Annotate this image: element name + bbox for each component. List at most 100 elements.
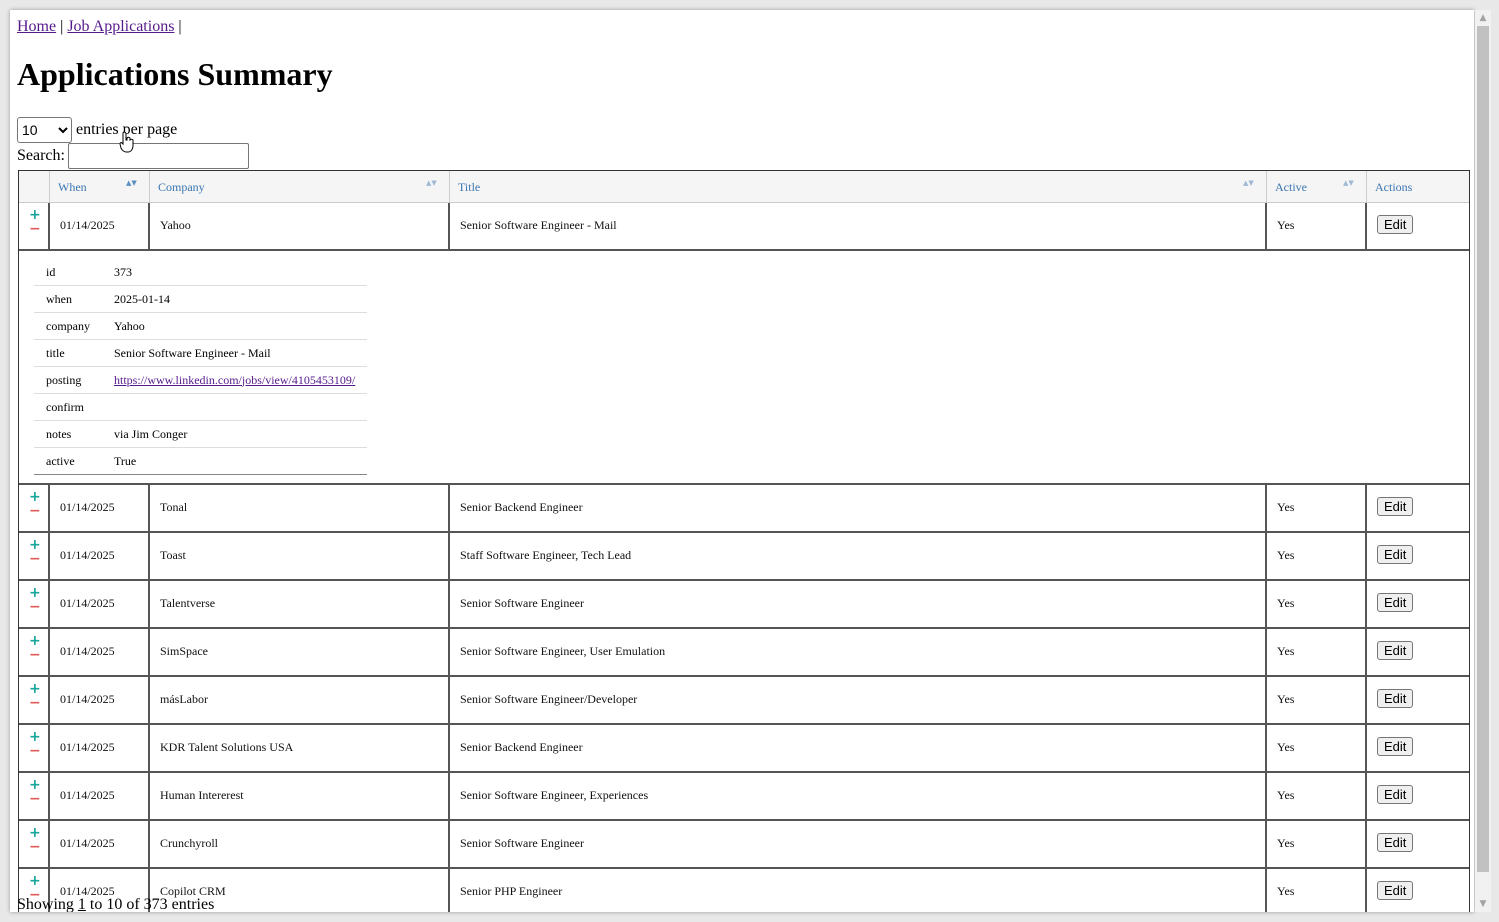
detail-key: id [34, 259, 102, 286]
expand-icon[interactable]: + [29, 826, 41, 840]
cell-title: Senior Software Engineer [450, 821, 1267, 867]
detail-key: when [34, 285, 102, 313]
posting-link[interactable]: https://www.linkedin.com/jobs/view/41054… [114, 373, 355, 387]
collapse-icon[interactable]: − [29, 792, 41, 806]
scroll-down-icon[interactable]: ▼ [1475, 896, 1491, 912]
edit-button[interactable]: Edit [1377, 689, 1414, 708]
expand-icon[interactable]: + [29, 490, 41, 504]
search-label: Search: [17, 147, 65, 164]
row-toggle[interactable]: + − [19, 581, 50, 627]
cell-active: Yes [1267, 725, 1367, 771]
row-toggle[interactable]: + − [19, 485, 50, 531]
home-link[interactable]: Home [17, 18, 56, 35]
header-active[interactable]: Active ▲▼ [1267, 171, 1367, 202]
table-info: Showing 1 to 10 of 373 entries [17, 896, 214, 912]
expand-icon[interactable]: + [29, 208, 41, 222]
edit-button[interactable]: Edit [1377, 545, 1414, 564]
expand-icon[interactable]: + [29, 778, 41, 792]
collapse-icon[interactable]: − [29, 744, 41, 758]
search-input[interactable] [67, 143, 249, 169]
entries-per-page-select[interactable]: 10 [17, 117, 72, 143]
expand-icon[interactable]: + [29, 682, 41, 696]
detail-row: id 373 [34, 259, 367, 286]
row-toggle[interactable]: + − [19, 821, 50, 867]
table-row: + − 01/14/2025 Human Intererest Senior So… [19, 773, 1469, 821]
row-toggle[interactable]: + − [19, 677, 50, 723]
scrollbar-thumb[interactable] [1477, 26, 1489, 872]
detail-value: 2025-01-14 [102, 285, 367, 313]
detail-table: id 373 when 2025-01-14 company Yahoo title S… [34, 259, 367, 475]
table-row: + − 01/14/2025 Tonal Senior Backend Engin… [19, 485, 1469, 533]
collapse-icon[interactable]: − [29, 648, 41, 662]
row-toggle[interactable]: + − [19, 533, 50, 579]
cell-company: másLabor [150, 677, 450, 723]
collapse-icon[interactable]: − [29, 222, 41, 236]
edit-button[interactable]: Edit [1377, 833, 1414, 852]
detail-value: 373 [102, 259, 367, 286]
detail-row: posting https://www.linkedin.com/jobs/vie… [34, 366, 367, 394]
expand-icon[interactable]: + [29, 874, 41, 888]
collapse-icon[interactable]: − [29, 840, 41, 854]
browser-viewport: Home | Job Applications | Applications S… [10, 10, 1474, 912]
cell-when: 01/14/2025 [50, 773, 150, 819]
header-company[interactable]: Company ▲▼ [150, 171, 450, 202]
detail-key: company [34, 312, 102, 340]
cell-company: Tonal [150, 485, 450, 531]
detail-key: notes [34, 420, 102, 448]
cell-company: Crunchyroll [150, 821, 450, 867]
table-row: + − 01/14/2025 Yahoo Senior Software Eng… [19, 203, 1469, 251]
detail-row: confirm [34, 393, 367, 421]
table-row: + − 01/14/2025 Crunchyroll Senior Softwar… [19, 821, 1469, 869]
table-row: + − 01/14/2025 Toast Staff Software Engin… [19, 533, 1469, 581]
scroll-up-icon[interactable]: ▲ [1475, 10, 1491, 26]
header-when[interactable]: When ▲▼ [50, 171, 150, 202]
expand-icon[interactable]: + [29, 586, 41, 600]
edit-button[interactable]: Edit [1377, 785, 1414, 804]
cell-title: Senior Backend Engineer [450, 485, 1267, 531]
header-title[interactable]: Title ▲▼ [450, 171, 1267, 202]
detail-key: active [34, 447, 102, 475]
table-header: When ▲▼ Company ▲▼ Title ▲▼ Active ▲▼ Ac… [19, 171, 1469, 203]
row-toggle[interactable]: + − [19, 773, 50, 819]
detail-value: via Jim Conger [102, 420, 367, 448]
page-title: Applications Summary [17, 56, 333, 92]
cell-active: Yes [1267, 773, 1367, 819]
detail-value: True [102, 447, 367, 475]
header-company-label: Company [158, 180, 205, 194]
vertical-scrollbar[interactable]: ▲ ▼ [1475, 10, 1491, 912]
edit-button[interactable]: Edit [1377, 593, 1414, 612]
detail-value [102, 393, 367, 421]
header-title-label: Title [458, 180, 481, 194]
row-toggle[interactable]: + − [19, 203, 50, 249]
edit-button[interactable]: Edit [1377, 737, 1414, 756]
cell-active: Yes [1267, 677, 1367, 723]
expand-icon[interactable]: + [29, 730, 41, 744]
expand-icon[interactable]: + [29, 538, 41, 552]
cell-actions: Edit [1367, 773, 1469, 819]
row-toggle[interactable]: + − [19, 725, 50, 771]
detail-row: company Yahoo [34, 312, 367, 340]
expand-icon[interactable]: + [29, 634, 41, 648]
collapse-icon[interactable]: − [29, 696, 41, 710]
edit-button[interactable]: Edit [1377, 641, 1414, 660]
collapse-icon[interactable]: − [29, 552, 41, 566]
header-actions: Actions [1367, 171, 1469, 202]
cell-company: SimSpace [150, 629, 450, 675]
cell-actions: Edit [1367, 533, 1469, 579]
job-applications-link[interactable]: Job Applications [67, 18, 174, 35]
cell-title: Senior Software Engineer - Mail [450, 203, 1267, 249]
cell-title: Senior PHP Engineer [450, 869, 1267, 912]
cell-when: 01/14/2025 [50, 821, 150, 867]
table-row: + − 01/14/2025 KDR Talent Solutions USA S… [19, 725, 1469, 773]
cell-when: 01/14/2025 [50, 203, 150, 249]
edit-button[interactable]: Edit [1377, 215, 1414, 234]
header-active-label: Active [1275, 180, 1307, 194]
cell-when: 01/14/2025 [50, 533, 150, 579]
row-toggle[interactable]: + − [19, 629, 50, 675]
collapse-icon[interactable]: − [29, 600, 41, 614]
edit-button[interactable]: Edit [1377, 881, 1414, 900]
collapse-icon[interactable]: − [29, 504, 41, 518]
edit-button[interactable]: Edit [1377, 497, 1414, 516]
detail-value: Senior Software Engineer - Mail [102, 339, 367, 367]
detail-key: confirm [34, 393, 102, 421]
